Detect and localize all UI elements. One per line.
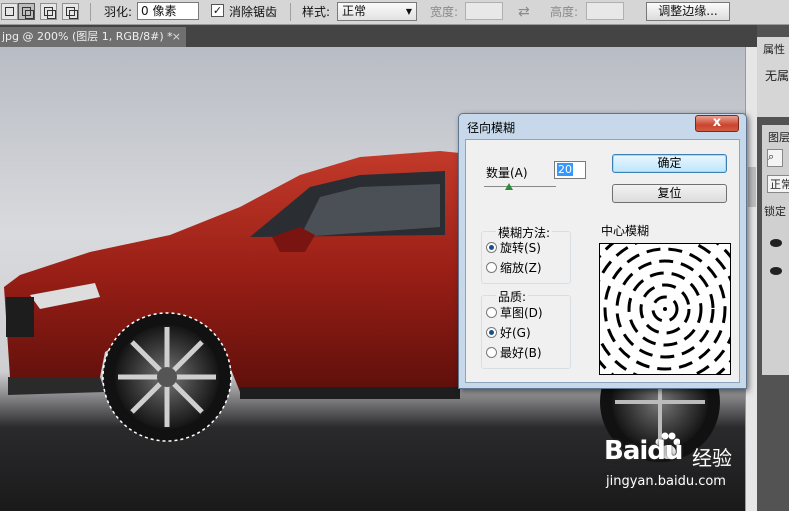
- ok-button[interactable]: 确定: [612, 154, 727, 173]
- feather-input[interactable]: 0 像素: [137, 2, 199, 20]
- dialog-body: 数量(A) 20 确定 复位 模糊方法: 旋转(S) 缩放(Z) 品质: 草图(…: [465, 139, 740, 383]
- radial-blur-dialog: 径向模糊 x 数量(A) 20 确定 复位 模糊方法: 旋转(S) 缩放(Z) …: [458, 113, 747, 389]
- watermark-brand-cn: 经验: [692, 446, 732, 470]
- center-label: 中心模糊: [601, 224, 650, 238]
- add-to-selection-icon[interactable]: [18, 3, 35, 20]
- subtract-selection-icon[interactable]: [40, 3, 57, 20]
- scrollbar-thumb[interactable]: [748, 167, 756, 207]
- good-radio[interactable]: [486, 327, 497, 338]
- layers-panel: 图层 ⌕ 正常 锁定: [762, 125, 789, 375]
- blur-center-pattern: [600, 244, 730, 374]
- blend-mode-select[interactable]: 正常: [767, 175, 789, 193]
- lock-label: 锁定: [764, 205, 786, 218]
- close-icon[interactable]: ×: [172, 27, 181, 47]
- baidu-watermark: Baidu 经验 jingyan.baidu.com: [604, 428, 744, 494]
- close-button[interactable]: x: [695, 115, 739, 132]
- width-input[interactable]: [465, 2, 503, 20]
- watermark-brand: Baidu: [604, 436, 683, 466]
- eye-icon[interactable]: [770, 239, 782, 247]
- zoom-radio[interactable]: [486, 262, 497, 273]
- search-icon[interactable]: ⌕: [767, 149, 783, 167]
- draft-radio[interactable]: [486, 307, 497, 318]
- right-panels: 属性 无属 图层 ⌕ 正常 锁定: [757, 25, 789, 511]
- antialias-checkbox[interactable]: ✓: [211, 4, 224, 17]
- new-selection-icon[interactable]: [1, 3, 18, 20]
- layers-label[interactable]: 图层: [768, 129, 789, 145]
- best-radio[interactable]: [486, 347, 497, 358]
- feather-label: 羽化:: [104, 5, 133, 19]
- chevron-down-icon: ▼: [405, 7, 412, 16]
- height-label: 高度:: [550, 5, 579, 19]
- reset-button[interactable]: 复位: [612, 184, 727, 203]
- swap-icon[interactable]: ⇄: [518, 0, 530, 24]
- style-select[interactable]: 正常 ▼: [337, 2, 417, 21]
- quality-label: 品质:: [496, 288, 529, 305]
- good-label[interactable]: 好(G): [500, 324, 531, 341]
- eye-icon[interactable]: [770, 267, 782, 275]
- amount-label: 数量(A): [486, 166, 528, 180]
- refine-edge-button[interactable]: 调整边缘...: [646, 2, 730, 21]
- draft-label[interactable]: 草图(D): [500, 304, 543, 321]
- zoom-label[interactable]: 缩放(Z): [500, 259, 542, 276]
- document-title: jpg @ 200% (图层 1, RGB/8#) *: [2, 30, 173, 43]
- properties-label[interactable]: 属性: [763, 41, 785, 57]
- style-value: 正常: [342, 4, 367, 18]
- options-bar: 羽化: 0 像素 ✓ 消除锯齿 样式: 正常 ▼ 宽度: ⇄ 高度: 调整边缘..…: [0, 0, 789, 25]
- divider: [290, 3, 291, 21]
- antialias-label: 消除锯齿: [229, 5, 278, 19]
- spin-label[interactable]: 旋转(S): [500, 239, 541, 256]
- amount-slider-thumb[interactable]: [505, 183, 513, 190]
- properties-panel: 属性 无属: [757, 37, 789, 117]
- amount-input[interactable]: 20: [554, 161, 586, 179]
- document-tab[interactable]: jpg @ 200% (图层 1, RGB/8#) * ×: [0, 27, 186, 47]
- width-label: 宽度:: [430, 5, 459, 19]
- divider: [90, 3, 91, 21]
- document-tab-bar: jpg @ 200% (图层 1, RGB/8#) * ×: [0, 25, 757, 47]
- blur-center-preview[interactable]: [599, 243, 731, 375]
- amount-slider-track[interactable]: [484, 186, 556, 187]
- no-properties-label: 无属: [765, 69, 789, 83]
- best-label[interactable]: 最好(B): [500, 344, 542, 361]
- dialog-title: 径向模糊: [467, 121, 516, 135]
- amount-value: 20: [557, 163, 573, 176]
- watermark-url: jingyan.baidu.com: [606, 474, 726, 489]
- intersect-selection-icon[interactable]: [62, 3, 79, 20]
- spin-radio[interactable]: [486, 242, 497, 253]
- style-label: 样式:: [302, 5, 331, 19]
- height-input[interactable]: [586, 2, 624, 20]
